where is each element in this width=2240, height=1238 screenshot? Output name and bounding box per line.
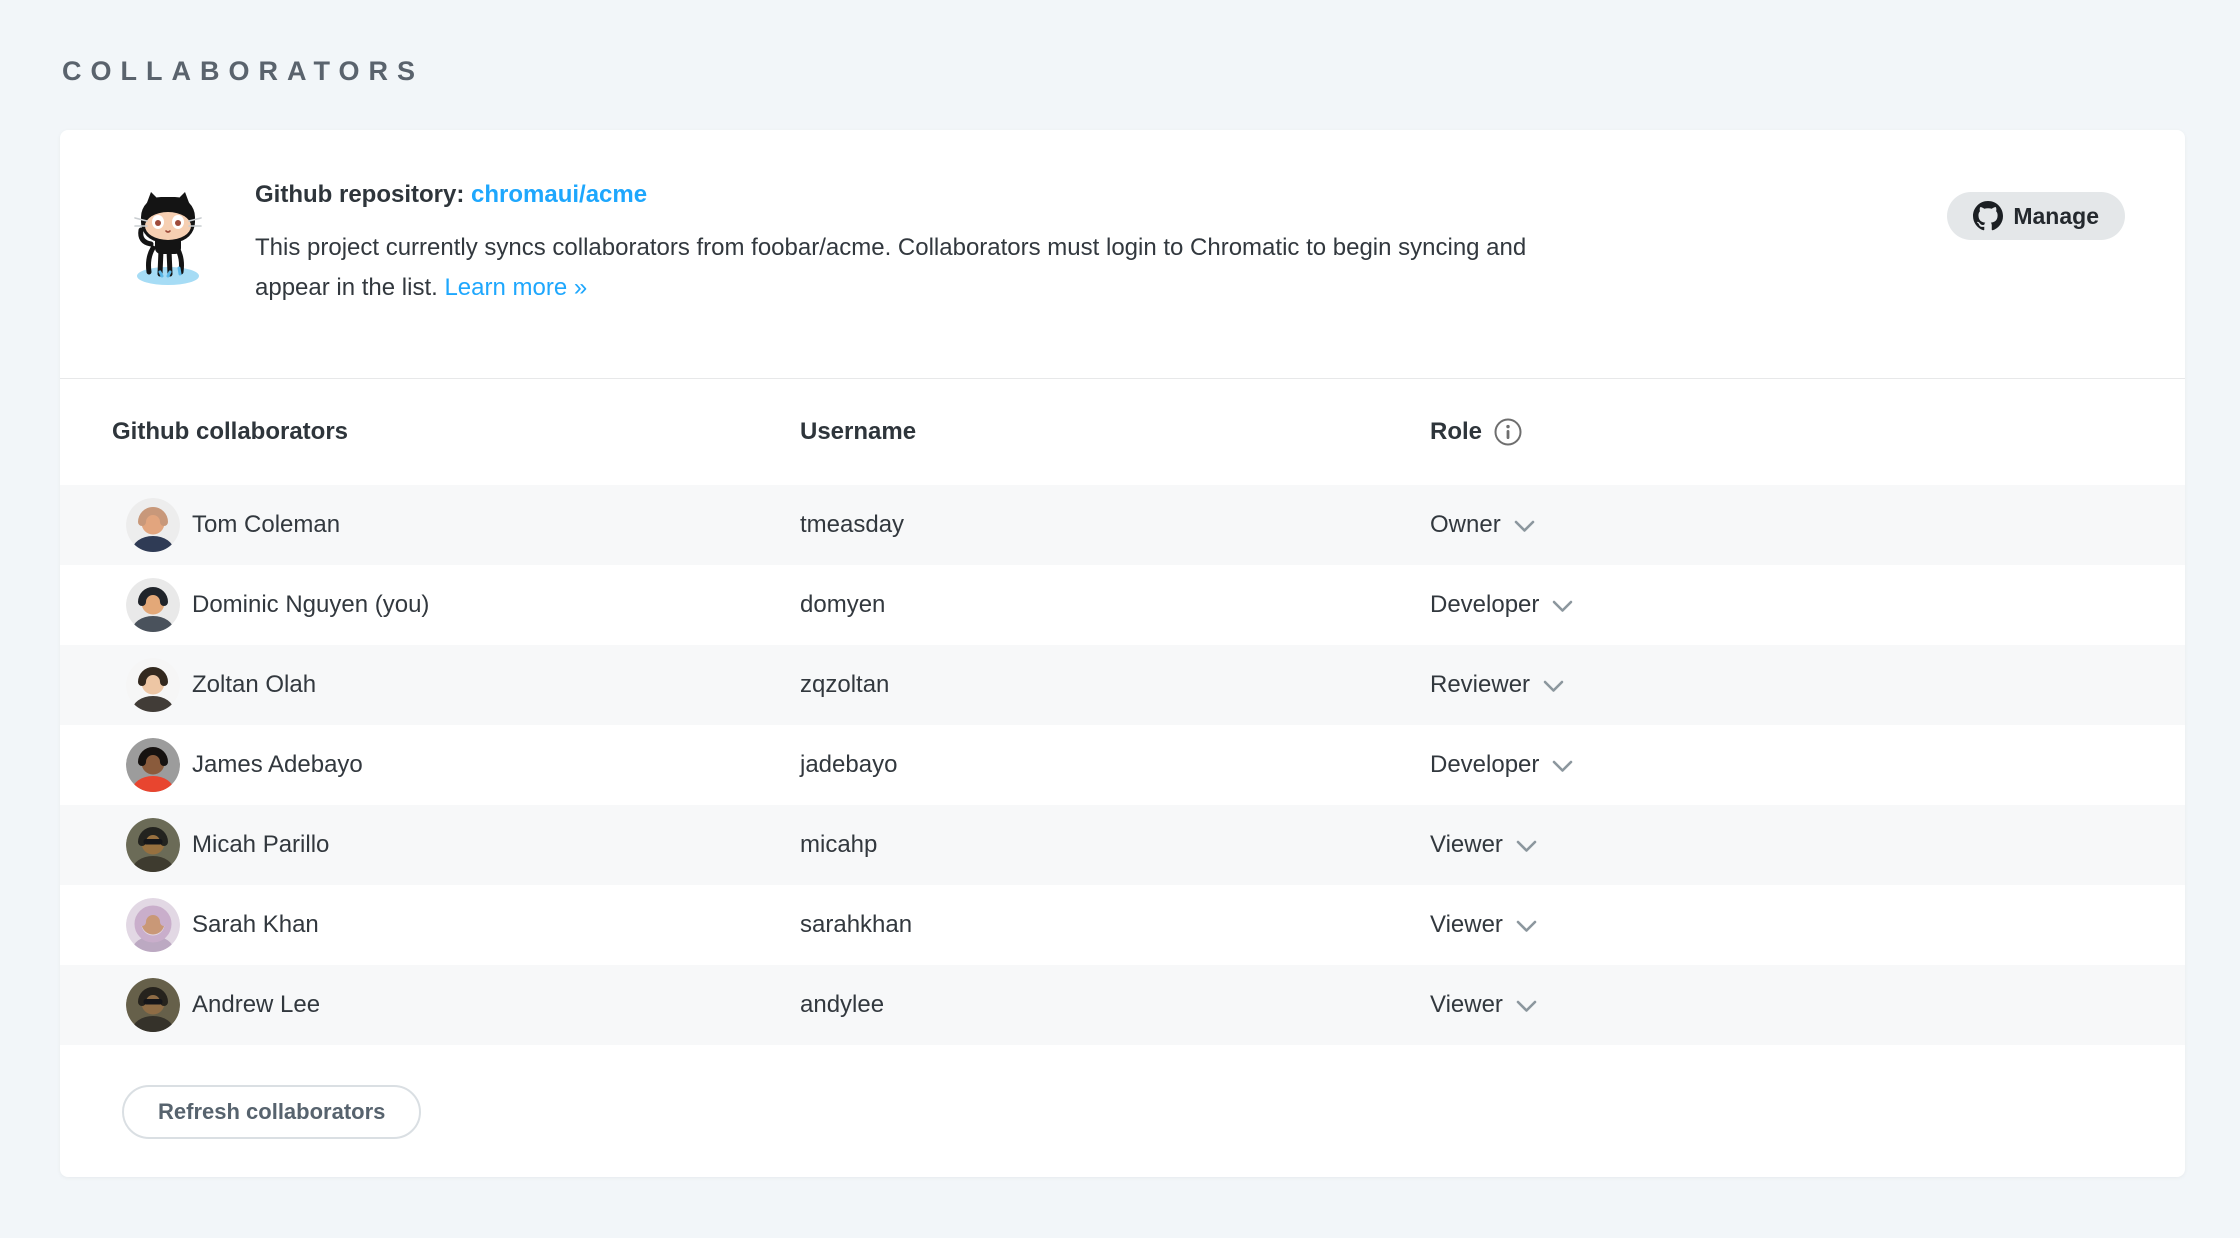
chevron-down-icon (1516, 840, 1537, 852)
chevron-down-icon (1516, 920, 1537, 932)
chevron-down-icon (1543, 680, 1564, 692)
avatar (126, 978, 180, 1032)
role-value: Reviewer (1430, 671, 1531, 698)
collaborator-name: Zoltan Olah (192, 671, 317, 698)
collaborator-username: andylee (800, 991, 885, 1018)
role-value: Viewer (1430, 911, 1503, 938)
role-value: Viewer (1430, 991, 1503, 1018)
table-row: Sarah Khan sarahkhan Viewer (60, 885, 2185, 965)
collaborators-card: Github repository: chromaui/acme This pr… (60, 130, 2185, 1177)
table-row: Andrew Lee andylee Viewer (60, 965, 2185, 1045)
info-icon[interactable] (1494, 418, 1522, 446)
chevron-down-icon (1553, 600, 1573, 612)
collaborator-username: domyen (800, 591, 886, 618)
collaborator-username: sarahkhan (800, 911, 913, 938)
role-dropdown[interactable]: Viewer (1430, 991, 2185, 1019)
repo-link[interactable]: chromaui/acme (471, 181, 647, 208)
collaborator-name: Dominic Nguyen (you) (192, 591, 430, 618)
collaborator-username: tmeasday (800, 511, 905, 538)
refresh-collaborators-button[interactable]: Refresh collaborators (122, 1085, 422, 1139)
collaborators-page: COLLABORATORS Github repository: chromau… (0, 0, 2240, 1238)
table-footer: Refresh collaborators (60, 1045, 2185, 1139)
role-dropdown[interactable]: Developer (1430, 591, 2185, 619)
collaborator-name: Sarah Khan (192, 911, 319, 938)
table-row: Zoltan Olah zqzoltan Reviewer (60, 645, 2185, 725)
avatar (126, 898, 180, 952)
avatar (126, 658, 180, 712)
table-header-row: Github collaborators Username Role (60, 379, 2185, 485)
role-dropdown[interactable]: Developer (1430, 751, 2185, 779)
manage-button[interactable]: Manage (1947, 192, 2125, 240)
column-header-collaborators: Github collaborators (112, 418, 349, 445)
avatar (126, 738, 180, 792)
collaborator-name: Andrew Lee (192, 991, 321, 1018)
collaborator-name: Micah Parillo (192, 831, 330, 858)
role-dropdown[interactable]: Owner (1430, 511, 2185, 539)
repo-title-label: Github repository: (255, 181, 465, 208)
repo-section: Github repository: chromaui/acme This pr… (60, 130, 2185, 378)
chevron-down-icon (1516, 1000, 1537, 1012)
role-value: Owner (1430, 511, 1501, 538)
table-row: Micah Parillo micahp Viewer (60, 805, 2185, 885)
collaborator-username: micahp (800, 831, 878, 858)
collaborator-name: James Adebayo (192, 751, 363, 778)
manage-button-label: Manage (2013, 202, 2099, 229)
role-dropdown[interactable]: Reviewer (1430, 671, 2185, 699)
role-value: Viewer (1430, 831, 1503, 858)
role-value: Developer (1430, 591, 1540, 618)
chevron-down-icon (1514, 520, 1534, 532)
avatar (126, 818, 180, 872)
avatar (126, 578, 180, 632)
avatar (126, 498, 180, 552)
octocat-mascot-icon (133, 188, 203, 286)
page-title: COLLABORATORS (62, 56, 424, 86)
collaborators-table: Tom Coleman tmeasday Owner Dominic Nguye… (60, 485, 2185, 1045)
column-header-username: Username (800, 418, 917, 445)
learn-more-link[interactable]: Learn more » (444, 274, 587, 301)
role-value: Developer (1430, 751, 1540, 778)
collaborator-name: Tom Coleman (192, 511, 341, 538)
collaborator-username: zqzoltan (800, 671, 890, 698)
collaborator-username: jadebayo (800, 751, 898, 778)
chevron-down-icon (1553, 760, 1573, 772)
github-icon (1973, 201, 2004, 231)
role-dropdown[interactable]: Viewer (1430, 831, 2185, 859)
role-dropdown[interactable]: Viewer (1430, 911, 2185, 939)
table-row: Tom Coleman tmeasday Owner (60, 485, 2185, 565)
table-row: James Adebayo jadebayo Developer (60, 725, 2185, 805)
repo-text-block: Github repository: chromaui/acme This pr… (255, 178, 1585, 308)
table-row: Dominic Nguyen (you) domyen Developer (60, 565, 2185, 645)
column-header-role: Role (1430, 418, 1483, 445)
